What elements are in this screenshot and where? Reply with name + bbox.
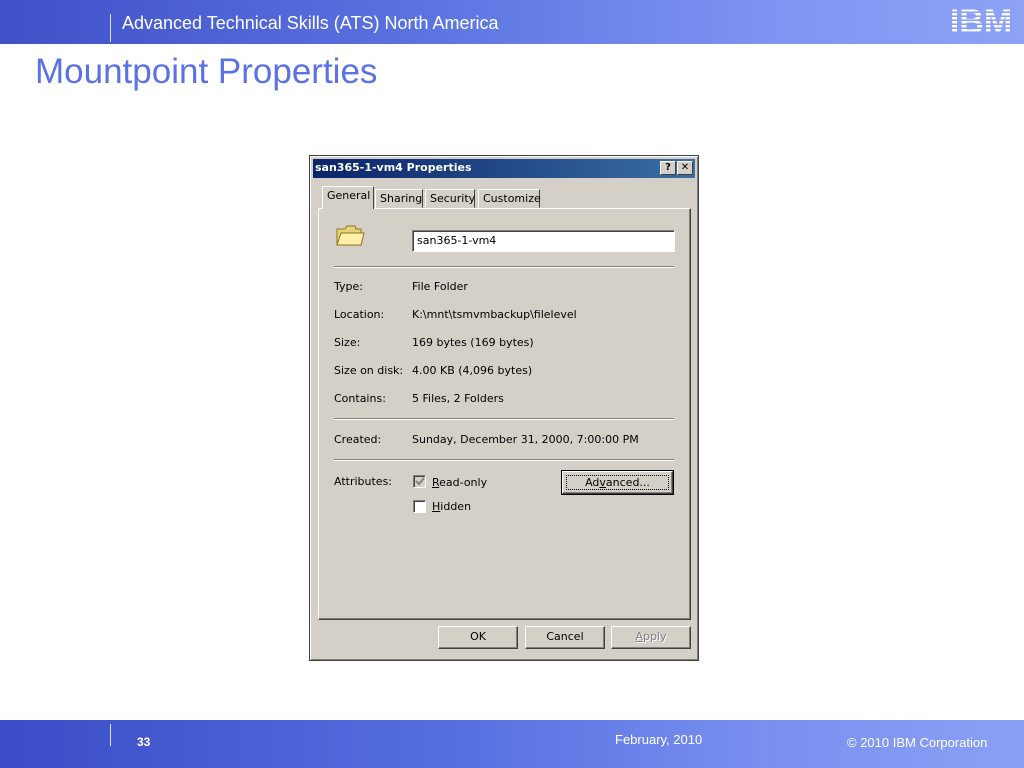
general-tab-panel bbox=[318, 208, 691, 620]
folder-name-input[interactable]: san365-1-vm4 bbox=[412, 230, 675, 252]
tab-customize[interactable]: Customize bbox=[478, 189, 541, 208]
separator bbox=[334, 418, 674, 420]
header-divider bbox=[110, 14, 111, 42]
read-only-text: ead-only bbox=[439, 476, 488, 489]
contains-label: Contains: bbox=[334, 392, 386, 405]
hidden-label[interactable]: Hidden bbox=[432, 500, 471, 513]
properties-dialog: san365-1-vm4 Properties ? ✕ General Shar… bbox=[309, 155, 699, 661]
footer-copyright: © 2010 IBM Corporation bbox=[847, 735, 988, 750]
advanced-button[interactable]: Advanced... bbox=[561, 470, 674, 495]
tab-security[interactable]: Security bbox=[425, 189, 475, 208]
read-only-checkbox[interactable] bbox=[413, 475, 426, 488]
footer-divider bbox=[110, 724, 111, 746]
created-value: Sunday, December 31, 2000, 7:00:00 PM bbox=[412, 433, 639, 446]
contains-value: 5 Files, 2 Folders bbox=[412, 392, 504, 405]
attributes-label: Attributes: bbox=[334, 475, 393, 488]
type-value: File Folder bbox=[412, 280, 468, 293]
size-on-disk-label: Size on disk: bbox=[334, 364, 404, 377]
ok-button[interactable]: OK bbox=[438, 626, 518, 649]
location-label: Location: bbox=[334, 308, 385, 321]
close-icon[interactable]: ✕ bbox=[677, 161, 693, 175]
folder-icon bbox=[336, 225, 365, 246]
size-label: Size: bbox=[334, 336, 361, 349]
hidden-text: idden bbox=[440, 500, 472, 513]
apply-button[interactable]: Apply bbox=[611, 626, 691, 649]
location-value: K:\mnt\tsmvmbackup\filelevel bbox=[412, 308, 577, 321]
hidden-checkbox[interactable] bbox=[413, 500, 426, 513]
apply-mnemonic: A bbox=[635, 630, 643, 643]
tab-general[interactable]: General bbox=[322, 186, 374, 209]
footer-date: February, 2010 bbox=[615, 732, 703, 747]
cancel-button[interactable]: Cancel bbox=[525, 626, 605, 649]
ibm-logo-text: IBM bbox=[950, 5, 1012, 37]
checkmark-icon bbox=[415, 477, 425, 486]
size-on-disk-value: 4.00 KB (4,096 bytes) bbox=[412, 364, 533, 377]
advanced-button-label: Advanced... bbox=[566, 475, 669, 490]
help-icon[interactable]: ? bbox=[660, 161, 676, 175]
size-value: 169 bytes (169 bytes) bbox=[412, 336, 534, 349]
slide-title: Mountpoint Properties bbox=[35, 52, 378, 91]
page-number: 33 bbox=[137, 735, 151, 749]
apply-text: pply bbox=[643, 630, 667, 643]
advanced-post: anced... bbox=[605, 476, 650, 489]
dialog-titlebar[interactable]: san365-1-vm4 Properties ? ✕ bbox=[313, 159, 695, 178]
separator bbox=[334, 459, 674, 461]
dialog-title: san365-1-vm4 Properties bbox=[315, 161, 472, 174]
read-only-label[interactable]: Read-only bbox=[432, 476, 487, 489]
separator bbox=[334, 266, 674, 268]
header-title: Advanced Technical Skills (ATS) North Am… bbox=[122, 13, 499, 33]
created-label: Created: bbox=[334, 433, 382, 446]
advanced-pre: Ad bbox=[585, 476, 600, 489]
ibm-logo: IBM bbox=[950, 5, 1012, 37]
tab-sharing[interactable]: Sharing bbox=[375, 189, 423, 208]
type-label: Type: bbox=[334, 280, 363, 293]
